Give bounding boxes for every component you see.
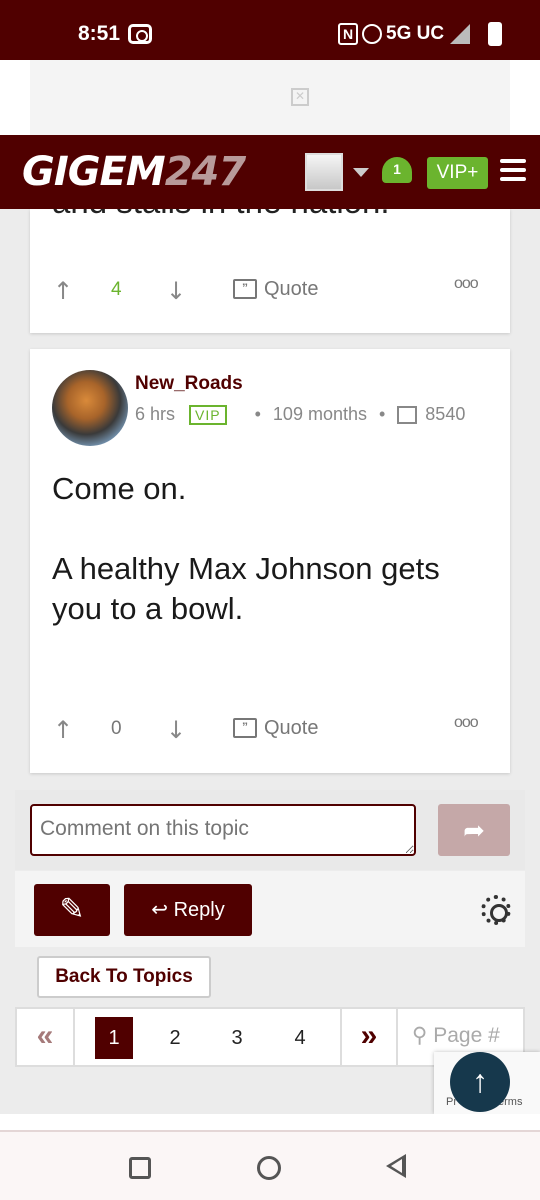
post-card: New_Roads 6 hrs VIP • 109 months • 8540 …: [30, 349, 510, 773]
prev-page-button[interactable]: «: [17, 1009, 75, 1065]
alarm-icon: [362, 24, 382, 44]
page-4[interactable]: 4: [281, 1017, 319, 1059]
battery-icon: [488, 22, 503, 46]
arrow-up-icon: ↑: [472, 1063, 488, 1099]
downvote-icon[interactable]: ↓: [166, 277, 186, 305]
notifications-button[interactable]: 1: [380, 153, 416, 189]
post-paragraph: A healthy Max Johnson gets you to a bowl…: [52, 551, 440, 626]
more-icon[interactable]: ooo: [454, 275, 479, 293]
page-2[interactable]: 2: [156, 1017, 194, 1059]
status-bar: 8:51 N 5G UC: [0, 0, 540, 60]
reply-arrow-icon: ↩: [151, 899, 169, 921]
comment-bar: ➦: [15, 790, 525, 870]
status-time: 8:51: [78, 22, 121, 45]
upvote-icon[interactable]: ↑: [53, 277, 73, 305]
new-topic-icon: ✎: [59, 893, 85, 926]
site-logo[interactable]: GIGEM247: [22, 149, 246, 195]
reply-label: Reply: [173, 899, 225, 921]
post-count: 8540: [425, 404, 466, 424]
system-nav-bar: [0, 1132, 540, 1200]
screen-record-icon: [128, 24, 152, 44]
more-icon[interactable]: ooo: [454, 714, 479, 732]
vote-count: 0: [111, 718, 122, 739]
post-actions: ↑ 4 ↓ ” Quote ooo: [30, 275, 510, 305]
separator-dot: •: [254, 404, 261, 424]
previous-post-text: and stalls in the nation.: [52, 209, 390, 221]
topic-toolbar: ✎ ↩ Reply: [15, 871, 525, 947]
vip-badge: VIP: [189, 404, 227, 425]
post-body: Come on. A healthy Max Johnson gets you …: [52, 469, 492, 669]
reply-button[interactable]: ↩ Reply: [124, 884, 252, 936]
user-avatar[interactable]: [305, 153, 343, 191]
page-1[interactable]: 1: [95, 1017, 133, 1059]
quote-icon[interactable]: ”: [233, 279, 257, 299]
post-meta: 6 hrs VIP • 109 months • 8540: [135, 404, 465, 425]
author-username[interactable]: New_Roads: [135, 373, 243, 395]
recent-apps-icon[interactable]: [129, 1157, 151, 1179]
back-icon[interactable]: [386, 1154, 406, 1178]
new-topic-button[interactable]: ✎: [34, 884, 110, 936]
notification-count: 1: [393, 161, 401, 177]
ad-placeholder: ✕: [30, 60, 510, 135]
comment-input[interactable]: [30, 804, 416, 856]
logo-text: GIGEM: [22, 149, 166, 195]
ad-close-icon[interactable]: ✕: [291, 88, 309, 106]
member-tenure: 109 months: [272, 404, 367, 424]
quote-button[interactable]: Quote: [264, 717, 318, 740]
page-bottom: [0, 1114, 540, 1132]
page-jump-placeholder: Page #: [433, 1024, 500, 1047]
message-icon: [397, 405, 418, 424]
signal-icon: [450, 24, 471, 44]
chevron-down-icon[interactable]: [353, 168, 369, 177]
home-icon[interactable]: [257, 1156, 281, 1180]
logo-number: 247: [164, 149, 246, 195]
scroll-to-top-button[interactable]: ↑: [450, 1052, 510, 1112]
upvote-icon[interactable]: ↑: [53, 716, 73, 744]
next-page-button[interactable]: »: [340, 1009, 398, 1065]
post-paragraph: Come on.: [52, 471, 187, 506]
site-header: GIGEM247 1 VIP+: [0, 135, 540, 209]
page-3[interactable]: 3: [218, 1017, 256, 1059]
back-to-topics-button[interactable]: Back To Topics: [37, 956, 211, 998]
quote-button[interactable]: Quote: [264, 278, 318, 301]
vip-plus-button[interactable]: VIP+: [427, 157, 488, 189]
send-comment-button[interactable]: ➦: [438, 804, 510, 856]
author-avatar[interactable]: [52, 370, 128, 446]
menu-icon[interactable]: [500, 159, 526, 183]
search-icon: ⚲: [412, 1024, 428, 1047]
separator-dot: •: [378, 404, 386, 424]
reply-arrow-icon: ➦: [463, 815, 485, 845]
gear-icon[interactable]: [481, 895, 511, 925]
nfc-icon: N: [338, 23, 358, 45]
post-actions: ↑ 0 ↓ ” Quote ooo: [30, 714, 510, 744]
downvote-icon[interactable]: ↓: [166, 716, 186, 744]
network-type: 5G UC: [386, 23, 445, 44]
status-icons: N 5G UC: [338, 22, 503, 46]
ad-area: ✕: [0, 60, 540, 135]
previous-post-card: and stalls in the nation. ↑ 4 ↓ ” Quote …: [30, 209, 510, 333]
page-jump-input[interactable]: ⚲ Page #: [412, 1023, 500, 1048]
quote-icon[interactable]: ”: [233, 718, 257, 738]
vote-count: 4: [111, 279, 122, 300]
post-time: 6 hrs: [135, 404, 176, 424]
